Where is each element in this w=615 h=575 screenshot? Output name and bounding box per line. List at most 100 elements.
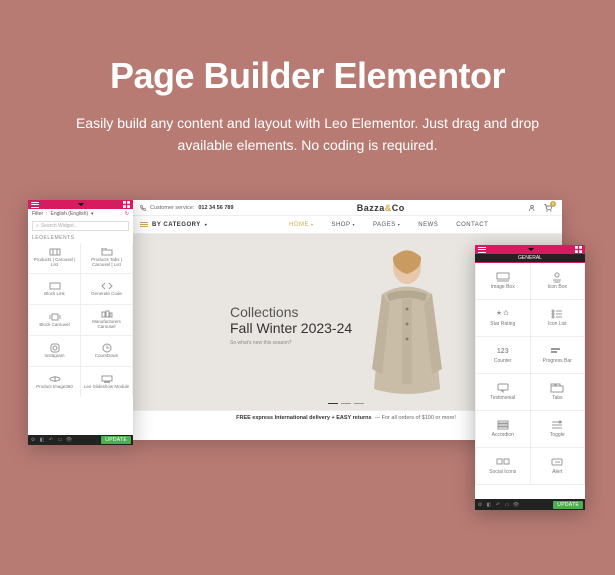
- widget-instagram[interactable]: Instagram: [29, 336, 80, 366]
- navigator-icon[interactable]: ◧: [486, 502, 492, 508]
- slideshow-icon: [101, 375, 113, 383]
- alert-icon: [550, 457, 564, 467]
- widget-icon-box[interactable]: Icon Box: [531, 263, 585, 299]
- sync-icon[interactable]: ↻: [125, 211, 129, 217]
- icon-box-icon: [550, 272, 564, 282]
- panel-header: [28, 200, 133, 209]
- site-nav: BY CATEGORY ▾ HOME▾ SHOP▾ PAGES▾ NEWS CO…: [130, 216, 562, 234]
- widget-products[interactable]: Products | Carousel | List: [29, 243, 80, 273]
- section-heading: LEOELEMENTS: [28, 233, 133, 243]
- nav-contact[interactable]: CONTACT: [456, 222, 488, 228]
- widget-image-box[interactable]: Image Box: [476, 263, 530, 299]
- hero-line3: So what's new this season?: [230, 340, 352, 346]
- menu-icon[interactable]: [31, 202, 39, 208]
- image-box-icon: [496, 272, 510, 282]
- products-icon: [49, 248, 61, 256]
- slide-indicators[interactable]: [328, 403, 364, 404]
- widget-countdown[interactable]: CountDown: [81, 336, 132, 366]
- widget-star-rating[interactable]: Star Rating: [476, 300, 530, 336]
- nav-news[interactable]: NEWS: [418, 222, 438, 228]
- widget-generate-code[interactable]: Generate Code: [81, 274, 132, 304]
- tab-general[interactable]: GENERAL: [475, 254, 585, 263]
- manufacturers-icon: [101, 310, 113, 318]
- update-button[interactable]: UPDATE: [553, 501, 583, 509]
- chevron-down-icon: ▾: [352, 222, 355, 227]
- elementor-panel-left: Filter: English (English) ▾ ↻ ⌕ Search W…: [28, 200, 133, 445]
- chevron-down-icon: ▾: [311, 222, 314, 227]
- widget-block-link[interactable]: Block Link: [29, 274, 80, 304]
- widget-counter[interactable]: 123Counter: [476, 337, 530, 373]
- nav-pages[interactable]: PAGES▾: [373, 222, 400, 228]
- responsive-icon[interactable]: ▭: [504, 502, 510, 508]
- navigator-icon[interactable]: ◧: [39, 437, 45, 443]
- toggle-icon: [550, 420, 564, 430]
- history-icon[interactable]: ↶: [48, 437, 54, 443]
- rotate-icon: [49, 375, 61, 383]
- grid-icon[interactable]: [123, 201, 130, 208]
- customer-service-label: Customer service:: [150, 205, 194, 211]
- widget-block-carousel[interactable]: Block Carousel: [29, 305, 80, 335]
- panel-tabs: GENERAL: [475, 254, 585, 262]
- preview-icon[interactable]: 👁: [66, 437, 72, 443]
- widget-slideshow[interactable]: Leo Slideshow Module: [81, 367, 132, 397]
- settings-icon[interactable]: ⚙: [477, 502, 483, 508]
- widget-image360[interactable]: Product Image360: [29, 367, 80, 397]
- widget-social-icons[interactable]: Social Icons: [476, 448, 530, 484]
- widget-grid: Products | Carousel | List Products Tabs…: [28, 243, 133, 397]
- tabs-icon: [550, 383, 564, 393]
- social-icon: [496, 457, 510, 467]
- widget-testimonial[interactable]: Testimonial: [476, 374, 530, 410]
- panel-footer: ⚙ ◧ ↶ ▭ 👁 UPDATE: [28, 435, 133, 445]
- widget-progress-bar[interactable]: Progress Bar: [531, 337, 585, 373]
- list-icon: [550, 309, 564, 319]
- carousel-icon: [49, 313, 61, 321]
- hero-line1: Collections: [230, 304, 352, 320]
- nav-home[interactable]: HOME▾: [289, 222, 314, 228]
- panel-footer: ⚙ ◧ ↶ ▭ 👁 UPDATE: [475, 499, 585, 510]
- widget-toggle[interactable]: Toggle: [531, 411, 585, 447]
- quote-icon: [496, 383, 510, 393]
- widget-accordion[interactable]: Accordion: [476, 411, 530, 447]
- widget-manufacturers[interactable]: Manufacturers Carousel: [81, 305, 132, 335]
- counter-icon: 123: [496, 346, 510, 356]
- instagram-icon: [49, 344, 61, 352]
- link-icon: [49, 282, 61, 290]
- nav-category-button[interactable]: BY CATEGORY ▾: [140, 222, 207, 228]
- tabs-icon: [101, 248, 113, 256]
- history-icon[interactable]: ↶: [495, 502, 501, 508]
- grid-icon[interactable]: [575, 246, 582, 253]
- page-title: Page Builder Elementor: [0, 0, 615, 97]
- cart-badge: 0: [550, 201, 556, 207]
- menu-icon: [140, 222, 148, 227]
- lang-select[interactable]: English (English): [51, 211, 89, 217]
- progress-icon: [550, 346, 564, 356]
- code-icon: [101, 282, 113, 290]
- hero-line2: Fall Winter 2023-24: [230, 320, 352, 336]
- page-subtitle: Easily build any content and layout with…: [0, 97, 615, 157]
- widget-tabs[interactable]: Tabs: [531, 374, 585, 410]
- search-input[interactable]: ⌕ Search Widget...: [32, 221, 129, 231]
- user-icon[interactable]: [528, 204, 536, 212]
- nav-shop[interactable]: SHOP▾: [331, 222, 355, 228]
- customer-service-phone: 012 34 56 789: [198, 205, 233, 211]
- phone-icon: [140, 205, 146, 211]
- widget-grid: Image Box Icon Box Star Rating Icon List…: [475, 262, 585, 485]
- menu-icon[interactable]: [478, 247, 486, 253]
- dropdown-icon[interactable]: [78, 203, 84, 206]
- search-icon: ⌕: [36, 223, 39, 229]
- widget-icon-list[interactable]: Icon List: [531, 300, 585, 336]
- responsive-icon[interactable]: ▭: [57, 437, 63, 443]
- cart-icon[interactable]: 0: [544, 204, 552, 212]
- preview-icon[interactable]: 👁: [513, 502, 519, 508]
- widget-alert[interactable]: Alert: [531, 448, 585, 484]
- dropdown-icon[interactable]: [528, 248, 534, 251]
- update-button[interactable]: UPDATE: [101, 436, 131, 444]
- accordion-icon: [496, 420, 510, 430]
- settings-icon[interactable]: ⚙: [30, 437, 36, 443]
- clock-icon: [101, 344, 113, 352]
- site-logo[interactable]: Bazza&Co: [357, 203, 405, 213]
- widget-products-tabs[interactable]: Products Tabs | Carousel | List: [81, 243, 132, 273]
- chevron-down-icon: ▾: [398, 222, 401, 227]
- star-icon: [496, 309, 510, 319]
- hero-model-image: [352, 239, 462, 419]
